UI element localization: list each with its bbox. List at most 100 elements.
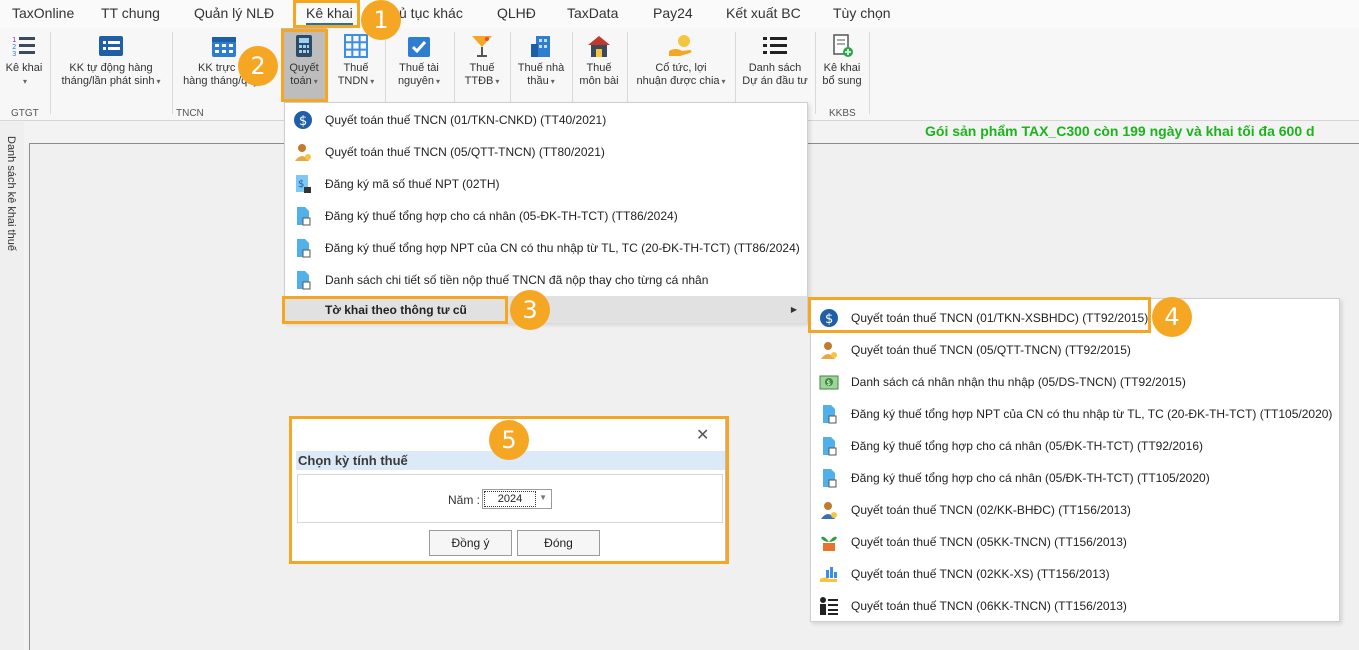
thue-tai-nguyen-line1: Thuế tài	[399, 62, 439, 74]
co-tuc-button[interactable]: Cổ tức, lợi nhuận được chia ▾	[631, 31, 731, 99]
submenu-item[interactable]: $ Danh sách cá nhân nhận thu nhập (05/DS…	[811, 366, 1339, 398]
group-label-gtgt: GTGT	[11, 108, 39, 119]
quyet-toan-line2: toán ▾	[290, 75, 318, 87]
svg-text:$: $	[299, 114, 307, 129]
grid-icon	[344, 34, 368, 58]
submenu-item-label: Đăng ký thuế tổng hợp cho cá nhân (05/ĐK…	[851, 439, 1204, 453]
menu-tuy-chon[interactable]: Tùy chọn	[833, 5, 891, 21]
ribbon-separator	[869, 32, 870, 114]
co-tuc-line1: Cổ tức, lợi	[655, 62, 707, 74]
dialog-body: Năm : 2024 ▼	[297, 474, 723, 523]
person-icon	[821, 342, 837, 359]
submenu-item-label: Quyết toán thuế TNCN (06KK-TNCN) (TT156/…	[851, 599, 1127, 613]
chevron-down-icon: ▼	[539, 493, 547, 502]
document-icon	[297, 271, 311, 290]
ribbon-separator	[815, 32, 816, 114]
thue-ttdb-button[interactable]: Thuế TTĐB ▾	[458, 31, 506, 99]
calendar-icon	[212, 37, 236, 57]
submenu-item[interactable]: Đăng ký thuế tổng hợp NPT của CN có thu …	[811, 398, 1339, 430]
kk-tu-dong-line1: KK tự động hàng	[69, 62, 153, 74]
thue-ttdb-line2: TTĐB ▾	[464, 75, 500, 87]
ke-khai-label: Kê khai	[5, 62, 43, 74]
menu-taxonline[interactable]: TaxOnline	[12, 5, 74, 21]
dropdown-item[interactable]: Đăng ký thuế tổng hợp NPT của CN có thu …	[285, 232, 807, 264]
submenu-item-label: Quyết toán thuế TNCN (02KK-XS) (TT156/20…	[851, 567, 1110, 581]
group-label-kkbs: KKBS	[829, 108, 856, 119]
danh-sach-du-an-button[interactable]: Danh sách Dự án đầu tư	[739, 31, 811, 99]
side-panel-label: Danh sách kê khai thuế	[5, 136, 17, 251]
document-icon	[297, 239, 311, 258]
svg-text:$: $	[825, 312, 833, 327]
thue-mon-bai-line2: môn bài	[579, 75, 619, 87]
callout-badge-5: 5	[489, 420, 529, 460]
submenu-item[interactable]: Đăng ký thuế tổng hợp cho cá nhân (05/ĐK…	[811, 430, 1339, 462]
dropdown-item[interactable]: Quyết toán thuế TNCN (05/QTT-TNCN) (TT80…	[285, 136, 807, 168]
document-icon	[823, 469, 837, 488]
svg-text:$: $	[298, 179, 304, 190]
thue-nha-thau-line2: thầu ▾	[527, 75, 555, 87]
menu-pay24[interactable]: Pay24	[653, 5, 693, 21]
calendar-check-icon	[408, 37, 430, 57]
building-icon	[531, 36, 550, 57]
ok-button[interactable]: Đồng ý	[429, 530, 512, 556]
submenu-item[interactable]: Quyết toán thuế TNCN (02/KK-BHĐC) (TT156…	[811, 494, 1339, 526]
thue-mon-bai-button[interactable]: Thuế môn bài	[576, 31, 622, 99]
dollar-circle-icon: $	[820, 309, 838, 327]
list-numbered-icon: 1 2 3	[12, 36, 35, 58]
submenu-item[interactable]: Quyết toán thuế TNCN (02KK-XS) (TT156/20…	[811, 558, 1339, 590]
thue-tai-nguyen-line2: nguyên ▾	[397, 75, 441, 87]
document-icon	[297, 207, 311, 226]
bo-sung-line2: bổ sung	[822, 75, 862, 87]
dropdown-item-label: Đăng ký thuế tổng hợp NPT của CN có thu …	[325, 241, 800, 255]
submenu-item-label: Đăng ký thuế tổng hợp NPT của CN có thu …	[851, 407, 1333, 421]
menu-qlhd[interactable]: QLHĐ	[497, 5, 536, 21]
promo-text: Gói sản phẩm TAX_C300 còn 199 ngày và kh…	[925, 123, 1315, 139]
close-icon[interactable]: ✕	[696, 425, 709, 445]
thue-tndn-button[interactable]: Thuế TNDN ▾	[331, 31, 381, 99]
ke-khai-button[interactable]: 1 2 3 Kê khai ▾	[2, 31, 46, 99]
person-icon	[295, 144, 311, 161]
submenu-item[interactable]: Quyết toán thuế TNCN (06KK-TNCN) (TT156/…	[811, 590, 1339, 622]
submenu-item[interactable]: Quyết toán thuế TNCN (05KK-TNCN) (TT156/…	[811, 526, 1339, 558]
submenu-item-label: Danh sách cá nhân nhận thu nhập (05/DS-T…	[851, 375, 1186, 389]
submenu-item[interactable]: Quyết toán thuế TNCN (05/QTT-TNCN) (TT92…	[811, 334, 1339, 366]
ke-khai-bo-sung-button[interactable]: Kê khai bổ sung	[819, 31, 865, 99]
thue-nha-thau-button[interactable]: Thuế nhà thầu ▾	[514, 31, 568, 99]
submenu-item-label: Đăng ký thuế tổng hợp cho cá nhân (05/ĐK…	[851, 471, 1210, 485]
submenu-item[interactable]: $ Quyết toán thuế TNCN (01/TKN-XSBHDC) (…	[811, 302, 1339, 334]
submenu-item-label: Quyết toán thuế TNCN (01/TKN-XSBHDC) (TT…	[851, 311, 1149, 325]
menu-ke-khai[interactable]: Kê khai	[306, 5, 353, 25]
menu-ket-xuat-bc[interactable]: Kết xuất BC	[726, 5, 801, 21]
quyet-toan-line1: Quyết	[289, 62, 319, 74]
ribbon-separator	[50, 32, 51, 114]
dropdown-item[interactable]: $ Đăng ký mã số thuế NPT (02TH)	[285, 168, 807, 200]
menu-thu-tuc-khac[interactable]: ủ tục khác	[399, 5, 463, 21]
hand-coin-icon	[669, 35, 692, 56]
danh-sach-line1: Danh sách	[748, 62, 802, 74]
dropdown-item[interactable]: $ Quyết toán thuế TNCN (01/TKN-CNKD) (TT…	[285, 104, 807, 136]
dropdown-item[interactable]: Đăng ký thuế tổng hợp cho cá nhân (05-ĐK…	[285, 200, 807, 232]
menu-taxdata[interactable]: TaxData	[567, 5, 618, 21]
side-panel[interactable]: Danh sách kê khai thuế	[0, 122, 24, 650]
house-icon	[588, 36, 610, 57]
menu-quan-ly-nld[interactable]: Quản lý NLĐ	[194, 5, 274, 21]
chevron-down-icon: ▾	[22, 77, 27, 86]
dropdown-item-label: Tờ khai theo thông tư cũ	[325, 303, 467, 317]
money-icon: $	[819, 375, 839, 390]
thue-tai-nguyen-button[interactable]: Thuế tài nguyên ▾	[389, 31, 449, 99]
callout-badge-3: 3	[510, 290, 550, 330]
kk-tu-dong-button[interactable]: KK tự động hàng tháng/lần phát sinh ▾	[54, 31, 168, 99]
document-icon	[823, 405, 837, 424]
thue-tndn-line2: TNDN ▾	[337, 75, 375, 87]
document-icon	[823, 437, 837, 456]
group-label-tncn: TNCN	[176, 108, 204, 119]
quyet-toan-button[interactable]: Quyết toán ▾	[281, 28, 327, 100]
submenu-item[interactable]: Đăng ký thuế tổng hợp cho cá nhân (05/ĐK…	[811, 462, 1339, 494]
menu-tt-chung[interactable]: TT chung	[101, 5, 160, 21]
dropdown-item-label: Đăng ký mã số thuế NPT (02TH)	[325, 177, 500, 191]
thue-nha-thau-line1: Thuế nhà	[517, 62, 565, 74]
year-select[interactable]: 2024 ▼	[482, 489, 552, 509]
dropdown-item[interactable]: Danh sách chi tiết số tiền nộp thuế TNCN…	[285, 264, 807, 296]
submenu-item-label: Quyết toán thuế TNCN (05KK-TNCN) (TT156/…	[851, 535, 1127, 549]
close-button[interactable]: Đóng	[517, 530, 600, 556]
